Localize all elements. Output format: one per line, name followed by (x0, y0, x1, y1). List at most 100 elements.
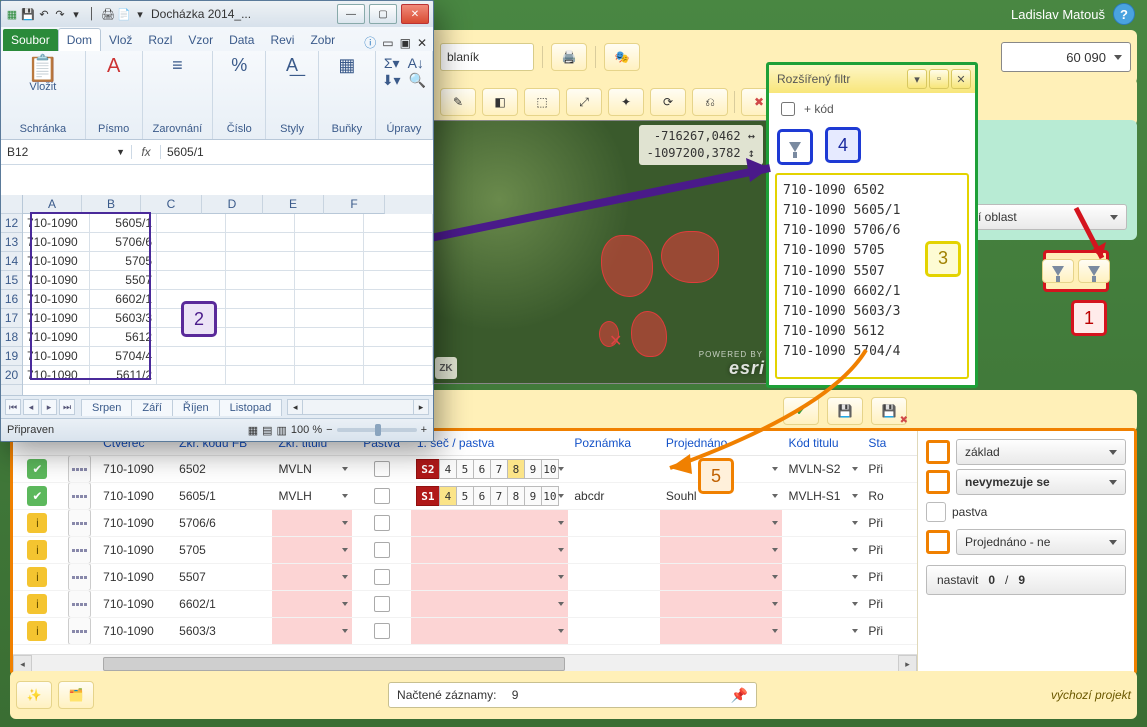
col-head[interactable]: E (263, 195, 324, 214)
confirm-button[interactable]: ✔ (783, 397, 819, 425)
col-head[interactable]: F (324, 195, 385, 214)
cell-kod[interactable] (782, 564, 862, 590)
row-head[interactable]: 12 (1, 214, 22, 233)
tab-data[interactable]: Data (221, 29, 262, 51)
col-head[interactable]: B (82, 195, 141, 214)
excel-row[interactable]: 710-10905605/1 (23, 214, 433, 233)
cell-sec[interactable] (411, 537, 568, 563)
ext-filter-close[interactable]: ✕ (951, 69, 971, 89)
row-head[interactable]: 14 (1, 252, 22, 271)
group-styles[interactable]: A͟Styly (266, 51, 319, 139)
tool-a[interactable]: ✎ (440, 88, 476, 116)
cell-kod[interactable] (782, 537, 862, 563)
tab-file[interactable]: Soubor (3, 29, 58, 51)
side-dd-2[interactable]: nevymezuje se (956, 469, 1126, 495)
filter-item[interactable]: 710-1090 6502 (783, 181, 961, 201)
cell-proj[interactable] (660, 537, 783, 563)
discard-button[interactable]: 💾✖ (871, 397, 907, 425)
cell-title[interactable] (272, 564, 352, 590)
view-break-icon[interactable]: ▥ (277, 424, 287, 437)
cell-title[interactable] (272, 510, 352, 536)
filter-item[interactable]: 710-1090 5704/4 (783, 342, 961, 362)
pastva-checkbox[interactable] (374, 596, 390, 612)
cell-sec[interactable]: S145678910 (411, 483, 568, 509)
tool-f[interactable]: ⟳ (650, 88, 686, 116)
sheet-tabs[interactable]: ⏮◂▸⏭ SrpenZáříŘíjenListopad ◂▸ (1, 395, 433, 418)
table-row[interactable]: ✔710-10905605/1MVLHS145678910abcdrSouhlM… (13, 483, 917, 510)
tool-e[interactable]: ✦ (608, 88, 644, 116)
pin-icon[interactable]: 📌 (730, 687, 747, 704)
tab-zobr[interactable]: Zobr (302, 29, 343, 51)
filter-list[interactable]: 3 710-1090 6502710-1090 5605/1710-1090 5… (775, 173, 969, 379)
group-number[interactable]: %Číslo (213, 51, 266, 139)
pastva-checkbox[interactable] (374, 623, 390, 639)
tab-revi[interactable]: Revi (262, 29, 302, 51)
print-button[interactable]: 🖨️ (551, 43, 587, 71)
row-head[interactable]: 17 (1, 309, 22, 328)
side-cb-1[interactable] (926, 440, 950, 464)
name-box[interactable]: B12▼ (1, 145, 132, 159)
excel-row[interactable]: 710-10906602/1 (23, 290, 433, 309)
row-head[interactable]: 20 (1, 366, 22, 385)
group-cells[interactable]: ▦Buňky (319, 51, 376, 139)
group-edit[interactable]: Σ▾A↓ ⬇▾🔍 Úpravy (376, 51, 433, 139)
pastva-checkbox[interactable] (374, 569, 390, 585)
cell-proj[interactable] (660, 564, 783, 590)
table-row[interactable]: ✔710-10906502MVLNS245678910MVLN-S2Při (13, 456, 917, 483)
cell-title[interactable] (272, 537, 352, 563)
ext-filter-max[interactable]: ▫ (929, 69, 949, 89)
excel-max-button[interactable]: ▢ (369, 4, 397, 24)
excel-min-button[interactable]: — (337, 4, 365, 24)
undo-icon[interactable]: ↶ (37, 7, 51, 21)
grid-scrollbar-h[interactable]: ◂ ▸ (13, 654, 917, 672)
drag-handle-icon[interactable] (68, 456, 91, 482)
cell-proj[interactable] (660, 591, 783, 617)
table-row[interactable]: i710-10905507Při (13, 564, 917, 591)
map-zk-button[interactable]: ZK (435, 357, 457, 379)
tool-b[interactable]: ◧ (482, 88, 518, 116)
side-cb-2[interactable] (926, 470, 950, 494)
tool-d[interactable]: ⤢ (566, 88, 602, 116)
cell-sec[interactable] (411, 510, 568, 536)
tab-vloz[interactable]: Vlož (101, 29, 140, 51)
drag-handle-icon[interactable] (68, 618, 91, 644)
number-input[interactable]: 60 090 (1001, 42, 1131, 72)
zoom-out-icon[interactable]: − (326, 424, 332, 436)
table-row[interactable]: i710-10905603/3Při (13, 618, 917, 645)
filter-item[interactable]: 710-1090 6602/1 (783, 282, 961, 302)
save-icon[interactable]: 💾 (21, 7, 35, 21)
tool-g[interactable]: ⎌ (692, 88, 728, 116)
group-align[interactable]: ≡Zarovnání (143, 51, 214, 139)
table-row[interactable]: i710-10905705Při (13, 537, 917, 564)
group-font[interactable]: APísmo (86, 51, 143, 139)
cell-kod[interactable] (782, 618, 862, 644)
data-grid[interactable]: Čtverec Zkr. kódu FB Zkr. titulu Pastva … (13, 431, 917, 672)
excel-row[interactable]: 710-10905603/3 (23, 309, 433, 328)
cell-title[interactable] (272, 618, 352, 644)
search-input[interactable]: blaník (440, 43, 534, 71)
ribbon-help-icon[interactable]: ⓘ (364, 34, 376, 51)
excel-row[interactable]: 710-10905611/2 (23, 366, 433, 385)
row-head[interactable]: 13 (1, 233, 22, 252)
drag-handle-icon[interactable] (68, 510, 91, 536)
excel-sheet[interactable]: 121314151617181920 ABCDEF 710-10905605/1… (1, 195, 433, 395)
quick-access-toolbar[interactable]: ▦ 💾 ↶ ↷ ▾ │ 🖨 📄 ▾ (5, 7, 147, 21)
oblast-dropdown[interactable]: tní oblast (959, 204, 1127, 230)
formula-value[interactable]: 5605/1 (161, 145, 433, 159)
fx-label[interactable]: fx (132, 145, 161, 159)
view-normal-icon[interactable]: ▦ (248, 424, 258, 437)
cell-kod[interactable]: MVLH-S1 (782, 483, 862, 509)
excel-row[interactable]: 710-10905706/6 (23, 233, 433, 252)
side-dd-4[interactable]: Projednáno - ne (956, 529, 1126, 555)
row-head[interactable]: 18 (1, 328, 22, 347)
sheet-tab[interactable]: Září (131, 399, 173, 416)
tool-c[interactable]: ⬚ (524, 88, 560, 116)
cell-title[interactable] (272, 591, 352, 617)
filter-box[interactable] (1043, 250, 1109, 292)
view-layout-icon[interactable]: ▤ (262, 424, 272, 437)
table-row[interactable]: i710-10906602/1Při (13, 591, 917, 618)
pastva-checkbox[interactable] (374, 542, 390, 558)
cell-proj[interactable] (660, 510, 783, 536)
row-head[interactable]: 15 (1, 271, 22, 290)
kod-checkbox[interactable] (781, 102, 795, 116)
